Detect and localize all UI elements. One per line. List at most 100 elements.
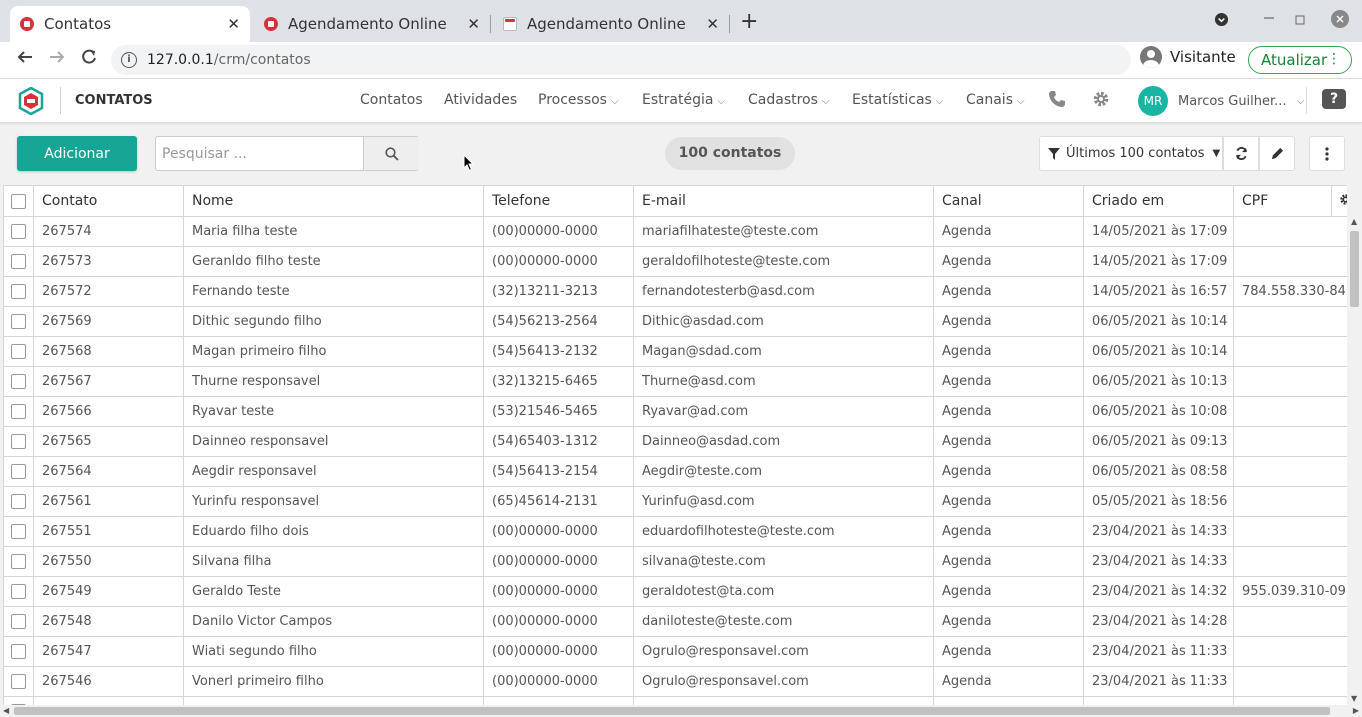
menu-label: Estratégia bbox=[642, 92, 714, 108]
table-row[interactable]: 267572 Fernando teste (32)13211-3213 fernan… bbox=[3, 276, 1347, 307]
row-checkbox[interactable] bbox=[3, 606, 34, 637]
contact-email: Dainneo@asdad.com bbox=[633, 426, 934, 457]
table-row[interactable]: 267565 Dainneo responsavel (54)65403-1312 D… bbox=[3, 426, 1347, 457]
row-checkbox[interactable] bbox=[3, 276, 34, 307]
table-row[interactable] bbox=[3, 696, 1347, 705]
close-tab-icon[interactable]: ✕ bbox=[227, 15, 240, 33]
table-row[interactable]: 267561 Yurinfu responsavel (65)45614-2131 Y… bbox=[3, 486, 1347, 517]
menu-label: Atividades bbox=[444, 92, 518, 108]
chevron-down-icon: ⌵ bbox=[1017, 96, 1025, 107]
table-row[interactable]: 267568 Magan primeiro filho (54)56413-2132… bbox=[3, 336, 1347, 367]
chevron-down-icon: ⌵ bbox=[1296, 95, 1305, 107]
table-row[interactable]: 267546 Vonerl primeiro filho (00)00000-000… bbox=[3, 666, 1347, 697]
table-row[interactable]: 267551 Eduardo filho dois (00)00000-0000 ed… bbox=[3, 516, 1347, 547]
add-contact-button[interactable]: Adicionar bbox=[17, 136, 137, 171]
scroll-down-icon[interactable]: ▼ bbox=[1351, 694, 1357, 703]
menu-processos[interactable]: Processos ⌵ bbox=[538, 92, 619, 108]
column-header-canal[interactable]: Canal bbox=[933, 185, 1084, 217]
menu-cadastros[interactable]: Cadastros ⌵ bbox=[748, 92, 830, 108]
row-checkbox[interactable] bbox=[3, 246, 34, 277]
column-header-cpf[interactable]: CPF bbox=[1233, 185, 1332, 217]
maximize-icon[interactable] bbox=[1295, 14, 1305, 29]
column-header-telefone[interactable]: Telefone bbox=[483, 185, 634, 217]
column-header-email[interactable]: E-mail bbox=[633, 185, 934, 217]
row-checkbox[interactable] bbox=[3, 366, 34, 397]
row-checkbox[interactable] bbox=[3, 636, 34, 667]
update-button[interactable]: Atualizar ⋮ bbox=[1248, 46, 1352, 74]
table-row[interactable]: 267569 Dithic segundo filho (54)56213-2564… bbox=[3, 306, 1347, 337]
row-checkbox[interactable] bbox=[3, 426, 34, 457]
table-row[interactable]: 267550 Silvana filha (00)00000-0000 silvana… bbox=[3, 546, 1347, 577]
horizontal-scrollbar[interactable]: ◀ ▶ bbox=[0, 705, 1362, 717]
more-options-button[interactable] bbox=[1309, 136, 1345, 171]
gear-icon[interactable] bbox=[1092, 90, 1110, 108]
question-icon[interactable]: ? bbox=[1322, 89, 1346, 109]
search-input[interactable] bbox=[156, 137, 362, 170]
menu-contatos[interactable]: Contatos bbox=[360, 92, 423, 108]
scrollbar-thumb[interactable] bbox=[14, 707, 1330, 715]
table-row[interactable]: 267567 Thurne responsavel (32)13215-6465 Th… bbox=[3, 366, 1347, 397]
table-row[interactable]: 267564 Aegdir responsavel (54)56413-2154 Ae… bbox=[3, 456, 1347, 487]
contact-id: 267569 bbox=[33, 306, 184, 337]
chevron-down-icon: ⌵ bbox=[821, 96, 830, 107]
scroll-left-icon[interactable]: ◀ bbox=[3, 706, 9, 715]
new-tab-icon[interactable]: + bbox=[740, 11, 758, 33]
refresh-button[interactable] bbox=[1223, 136, 1259, 171]
divider bbox=[1306, 87, 1307, 114]
contact-name: Maria filha teste bbox=[183, 216, 484, 247]
search-button[interactable] bbox=[363, 137, 419, 170]
contact-created-at: 14/05/2021 às 16:57 bbox=[1083, 276, 1234, 307]
vertical-scrollbar[interactable]: ▲ ▼ bbox=[1347, 215, 1362, 705]
row-checkbox[interactable] bbox=[3, 456, 34, 487]
browser-tab-agendamento-2[interactable]: Agendamento Online ✕ bbox=[493, 6, 729, 42]
row-checkbox[interactable] bbox=[3, 516, 34, 547]
scroll-right-icon[interactable]: ▶ bbox=[1353, 706, 1359, 715]
phone-icon[interactable] bbox=[1048, 90, 1066, 108]
column-header-criado-em[interactable]: Criado em bbox=[1083, 185, 1234, 217]
column-header-contato[interactable]: Contato bbox=[33, 185, 184, 217]
minimize-icon[interactable] bbox=[1263, 10, 1275, 28]
table-row[interactable]: 267549 Geraldo Teste (00)00000-0000 geraldo… bbox=[3, 576, 1347, 607]
row-checkbox[interactable] bbox=[3, 696, 34, 705]
select-all-checkbox[interactable] bbox=[3, 185, 34, 217]
row-checkbox[interactable] bbox=[3, 666, 34, 697]
table-row[interactable]: 267566 Ryavar teste (53)21546-5465 Ryavar@a… bbox=[3, 396, 1347, 427]
tab-search-icon[interactable] bbox=[1214, 12, 1229, 31]
menu-estrategia[interactable]: Estratégia ⌵ bbox=[642, 92, 725, 108]
forward-icon[interactable] bbox=[48, 48, 66, 71]
close-window-icon[interactable] bbox=[1331, 10, 1349, 32]
row-checkbox[interactable] bbox=[3, 576, 34, 607]
user-menu[interactable]: MR Marcos Guilher... ⌵ bbox=[1138, 86, 1304, 116]
table-row[interactable]: 267548 Danilo Victor Campos (00)00000-0000… bbox=[3, 606, 1347, 637]
close-tab-icon[interactable]: ✕ bbox=[467, 15, 480, 33]
row-checkbox[interactable] bbox=[3, 396, 34, 427]
filter-dropdown[interactable]: Últimos 100 contatos ▼ bbox=[1039, 136, 1223, 171]
scrollbar-thumb[interactable] bbox=[1350, 231, 1359, 307]
row-checkbox[interactable] bbox=[3, 336, 34, 367]
column-header-nome[interactable]: Nome bbox=[183, 185, 484, 217]
row-checkbox[interactable] bbox=[3, 216, 34, 247]
back-icon[interactable] bbox=[16, 48, 34, 71]
url-field[interactable]: i 127.0.0.1/crm/contatos bbox=[111, 45, 1131, 75]
app-logo[interactable] bbox=[17, 86, 45, 116]
column-settings-button[interactable] bbox=[1331, 185, 1347, 217]
scroll-up-icon[interactable]: ▲ bbox=[1351, 217, 1357, 226]
row-checkbox[interactable] bbox=[3, 306, 34, 337]
info-icon[interactable]: i bbox=[121, 52, 137, 68]
row-checkbox[interactable] bbox=[3, 486, 34, 517]
contact-email: geraldotest@ta.com bbox=[633, 576, 934, 607]
table-row[interactable]: 267573 Geranldo filho teste (00)00000-0000… bbox=[3, 246, 1347, 277]
browser-tab-contatos[interactable]: Contatos ✕ bbox=[10, 6, 250, 42]
browser-tab-agendamento-1[interactable]: Agendamento Online ✕ bbox=[254, 6, 490, 42]
row-checkbox[interactable] bbox=[3, 546, 34, 577]
edit-button[interactable] bbox=[1259, 136, 1295, 171]
reload-icon[interactable] bbox=[80, 48, 98, 71]
checkbox bbox=[11, 584, 26, 599]
menu-estatisticas[interactable]: Estatísticas ⌵ bbox=[852, 92, 943, 108]
table-row[interactable]: 267547 Wiati segundo filho (00)00000-0000 O… bbox=[3, 636, 1347, 667]
table-row[interactable]: 267574 Maria filha teste (00)00000-0000 mar… bbox=[3, 216, 1347, 247]
menu-atividades[interactable]: Atividades bbox=[444, 92, 517, 108]
menu-canais[interactable]: Canais ⌵ bbox=[966, 92, 1025, 108]
profile-button[interactable]: Visitante bbox=[1140, 46, 1236, 68]
close-tab-icon[interactable]: ✕ bbox=[706, 15, 719, 33]
